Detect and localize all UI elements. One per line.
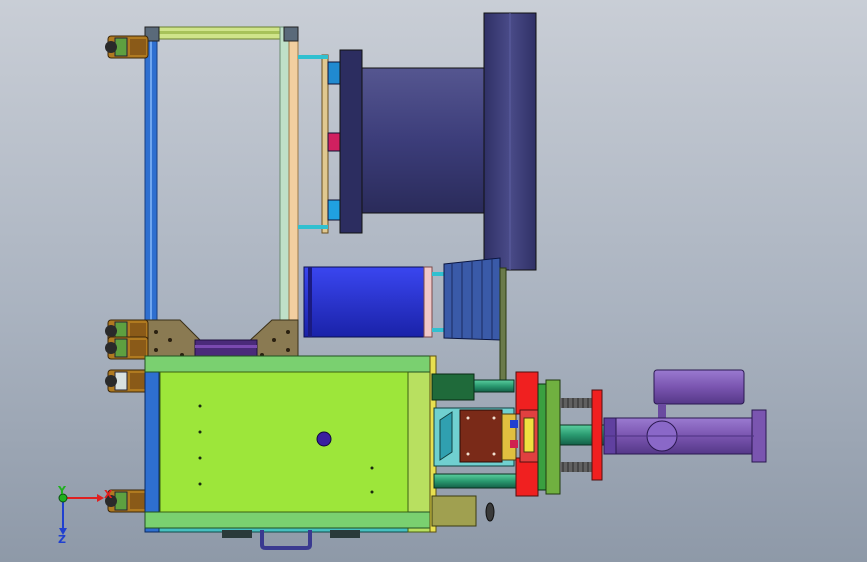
cylinder-upper (653, 369, 745, 405)
motor-body (303, 266, 425, 338)
small-motor-top (431, 373, 475, 401)
motor-flange (423, 266, 433, 338)
drive-belt (499, 267, 507, 389)
lower-base (144, 355, 437, 550)
clamp-mechanism (431, 371, 606, 527)
clamp-bottom (515, 457, 539, 497)
drum-assembly (298, 12, 537, 271)
z-axis-label: Z (58, 533, 66, 546)
caster-3 (105, 336, 149, 360)
cad-viewport[interactable]: X Y Z (0, 0, 867, 562)
x-axis-label: X (104, 488, 113, 501)
clamp-plate (545, 379, 561, 495)
small-box-bottom (431, 495, 477, 527)
plate-hole (316, 431, 332, 447)
corner-block-tr (283, 26, 299, 42)
frame-post-right (288, 26, 299, 358)
clamp-end-plate (591, 389, 603, 481)
cross-bar (194, 339, 258, 359)
drum-body (361, 67, 485, 214)
base-handle (260, 530, 312, 550)
upper-frame (144, 26, 299, 373)
caster-4 (105, 369, 149, 393)
gear-block (459, 409, 503, 463)
pneumatic-cylinder (603, 369, 767, 463)
drum-flange (339, 49, 363, 234)
assembly-drawing[interactable] (0, 0, 867, 562)
casters (105, 35, 149, 513)
orientation-triad (58, 493, 104, 535)
mount-plate (321, 54, 329, 234)
clamp-top (515, 371, 539, 415)
caster-1 (105, 35, 149, 59)
y-axis-label: Y (58, 484, 66, 497)
frame-post-right-inner (279, 26, 290, 358)
base-plate (159, 371, 409, 513)
